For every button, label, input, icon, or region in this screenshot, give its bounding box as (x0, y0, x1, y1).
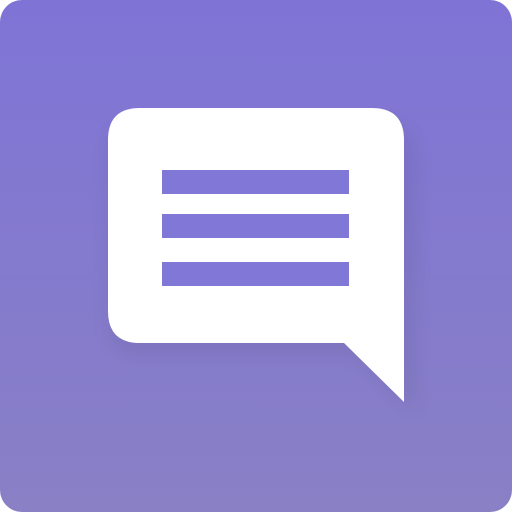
text-line-3 (162, 262, 349, 286)
bubble-body (108, 108, 404, 402)
text-line-2 (162, 214, 349, 238)
app-icon[interactable] (0, 0, 512, 512)
text-line-1 (162, 170, 349, 194)
message-bubble-icon (108, 108, 416, 414)
